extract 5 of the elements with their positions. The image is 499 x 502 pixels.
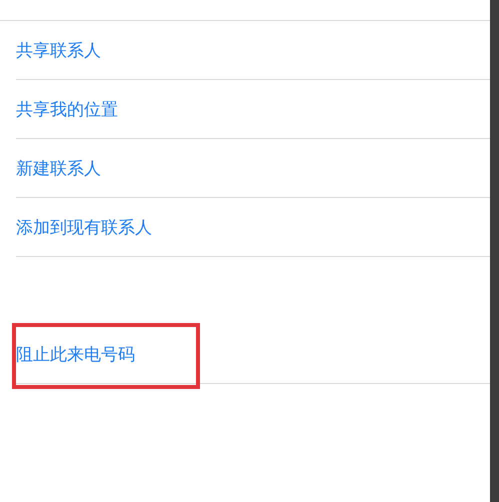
action-link[interactable]: 添加到现有联系人 — [16, 216, 152, 238]
action-link[interactable]: 共享联系人 — [16, 38, 101, 62]
action-link[interactable]: 新建联系人 — [16, 156, 101, 180]
action-link[interactable]: 阻止此来电号码 — [16, 342, 135, 366]
action-link[interactable]: 共享我的位置 — [16, 98, 118, 120]
